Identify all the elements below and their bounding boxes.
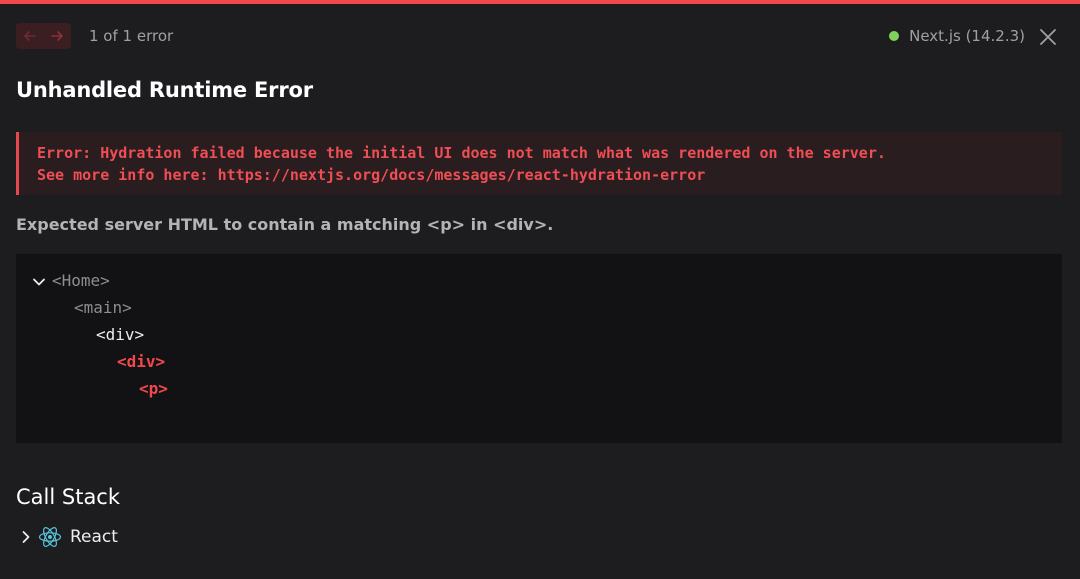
call-stack-title: Call Stack bbox=[16, 485, 121, 509]
tree-node-div-mismatch: <div> bbox=[117, 352, 166, 371]
error-message: Error: Hydration failed because the init… bbox=[37, 144, 886, 162]
tree-node-home: <Home> bbox=[52, 271, 110, 290]
previous-error-button[interactable] bbox=[19, 25, 41, 47]
page-title: Unhandled Runtime Error bbox=[16, 78, 313, 102]
close-icon bbox=[1040, 29, 1056, 45]
close-button[interactable] bbox=[1037, 26, 1059, 48]
tree-node-div: <div> bbox=[96, 325, 145, 344]
version-label: Next.js (14.2.3) bbox=[909, 27, 1025, 45]
call-stack-item-react[interactable]: React bbox=[20, 525, 118, 549]
tree-node-main: <main> bbox=[74, 298, 132, 317]
error-description: Expected server HTML to contain a matchi… bbox=[16, 215, 554, 234]
next-error-button[interactable] bbox=[46, 25, 68, 47]
react-icon bbox=[38, 527, 62, 547]
error-message-box: Error: Hydration failed because the init… bbox=[16, 132, 1062, 195]
call-stack-item-label: React bbox=[70, 527, 118, 547]
arrow-left-icon bbox=[23, 31, 36, 41]
error-pagination bbox=[16, 23, 71, 49]
status-dot-icon bbox=[889, 31, 900, 41]
tree-node-p-mismatch: <p> bbox=[139, 379, 168, 398]
error-accent-bar bbox=[0, 0, 1080, 4]
arrow-right-icon bbox=[51, 31, 64, 41]
error-count: 1 of 1 error bbox=[89, 27, 174, 45]
nextjs-version[interactable]: Next.js (14.2.3) bbox=[889, 27, 1025, 45]
chevron-down-icon[interactable] bbox=[32, 275, 46, 289]
chevron-right-icon bbox=[22, 531, 30, 543]
component-tree: <Home> <main> <div> <div> <p> bbox=[16, 254, 1062, 443]
error-info-link[interactable]: See more info here: https://nextjs.org/d… bbox=[37, 164, 1062, 186]
